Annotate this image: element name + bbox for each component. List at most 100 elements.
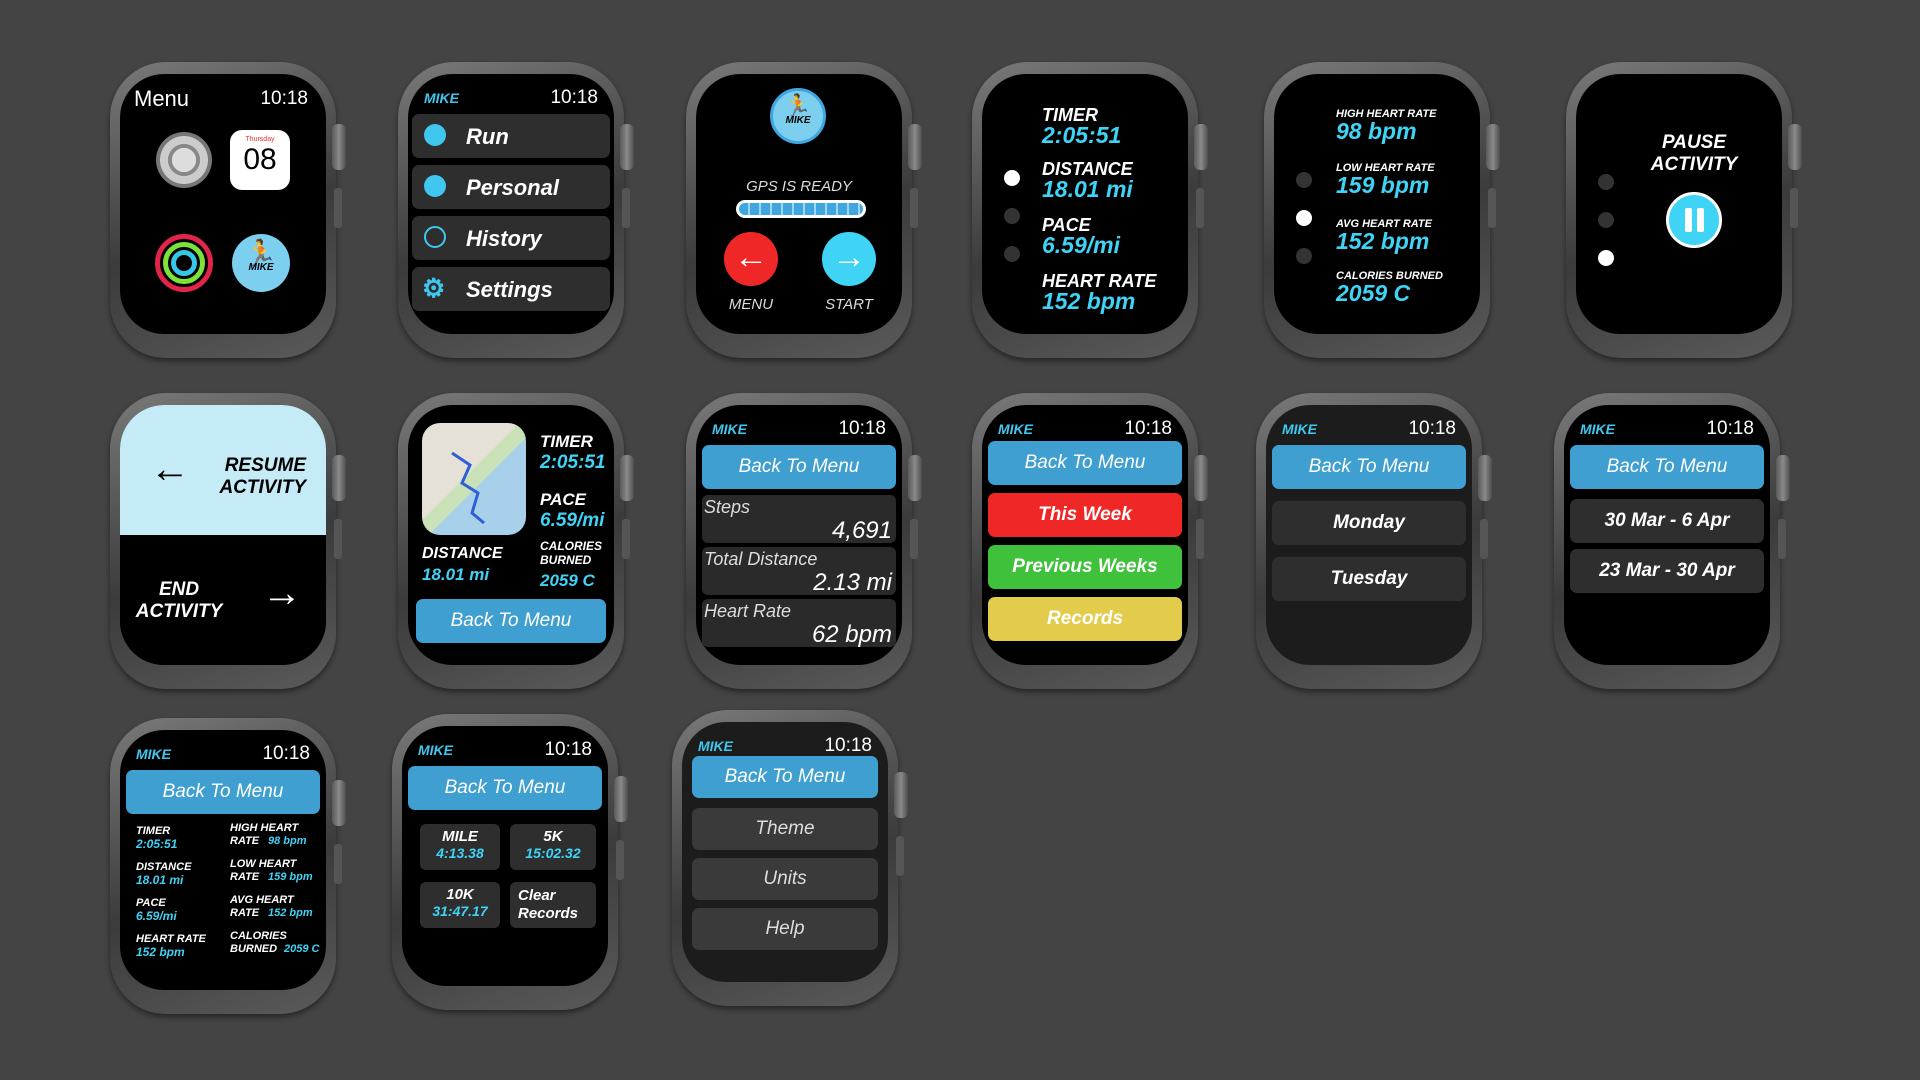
menu-item-label: Personal xyxy=(466,175,559,200)
person-icon xyxy=(424,175,446,197)
distance-value: 18.01 mi xyxy=(136,873,184,887)
header: MIKE 10:18 xyxy=(424,86,598,108)
help-button[interactable]: Help xyxy=(692,908,878,950)
clock-time: 10:18 xyxy=(550,87,598,108)
header: MIKE 10:18 xyxy=(712,417,886,439)
arrow-right-icon: → xyxy=(832,238,866,276)
week-range-button[interactable]: 30 Mar - 6 Apr xyxy=(1570,499,1764,543)
watch-screen: MIKE 10:18 Back To Menu This Week Previo… xyxy=(982,405,1188,665)
activity-rings-icon[interactable] xyxy=(155,234,213,292)
side-button[interactable] xyxy=(334,844,342,884)
timer-label: TIMER xyxy=(136,825,171,837)
side-button[interactable] xyxy=(1480,519,1488,559)
side-button[interactable] xyxy=(1488,188,1496,228)
pause-button[interactable] xyxy=(1666,192,1722,248)
digital-crown[interactable] xyxy=(1478,455,1492,501)
record-label: 10K xyxy=(446,886,474,903)
week-range-button[interactable]: 23 Mar - 30 Apr xyxy=(1570,549,1764,593)
digital-crown[interactable] xyxy=(1486,124,1500,170)
arrow-left-icon: ← xyxy=(150,447,190,491)
clear-records-button[interactable]: Clear Records xyxy=(510,882,596,928)
page-dot-active xyxy=(1004,170,1020,186)
side-button[interactable] xyxy=(896,836,904,876)
back-to-menu-button[interactable]: Back To Menu xyxy=(416,599,606,643)
high-hr-value: 98 bpm xyxy=(1336,118,1417,144)
mike-app-icon[interactable]: 🏃 MIKE xyxy=(232,234,290,292)
this-week-button[interactable]: This Week xyxy=(988,493,1182,537)
digital-crown[interactable] xyxy=(332,780,346,826)
menu-item-run[interactable]: Run xyxy=(412,114,610,158)
side-button[interactable] xyxy=(622,188,630,228)
back-to-menu-button[interactable]: Back To Menu xyxy=(692,756,878,798)
pace-label: PACE xyxy=(136,897,166,909)
back-to-menu-button[interactable]: Back To Menu xyxy=(988,441,1182,485)
settings-app-icon[interactable] xyxy=(156,132,212,188)
end-label: END ACTIVITY xyxy=(135,579,223,622)
digital-crown[interactable] xyxy=(1194,124,1208,170)
digital-crown[interactable] xyxy=(332,124,346,170)
record-10k[interactable]: 10K 31:47.17 xyxy=(420,882,500,928)
side-button[interactable] xyxy=(910,519,918,559)
header: MIKE 10:18 xyxy=(698,734,872,756)
units-button[interactable]: Units xyxy=(692,858,878,900)
side-button[interactable] xyxy=(1196,519,1204,559)
resume-activity-button[interactable]: ← RESUME ACTIVITY xyxy=(120,405,326,535)
menu-button[interactable]: ← xyxy=(724,232,778,286)
low-hr-value: 159 bpm xyxy=(268,871,313,883)
back-to-menu-button[interactable]: Back To Menu xyxy=(1272,445,1466,489)
side-button[interactable] xyxy=(1778,519,1786,559)
back-to-menu-button[interactable]: Back To Menu xyxy=(126,770,320,814)
clock-time: 10:18 xyxy=(260,88,308,109)
page-dot xyxy=(1598,174,1614,190)
timer-value: 2:05:51 xyxy=(1042,122,1122,148)
start-button[interactable]: → xyxy=(822,232,876,286)
side-button[interactable] xyxy=(616,840,624,880)
previous-weeks-button[interactable]: Previous Weeks xyxy=(988,545,1182,589)
menu-item-history[interactable]: History xyxy=(412,216,610,260)
side-button[interactable] xyxy=(1790,188,1798,228)
digital-crown[interactable] xyxy=(1194,455,1208,501)
side-button[interactable] xyxy=(622,519,630,559)
theme-button[interactable]: Theme xyxy=(692,808,878,850)
gps-progress-fill xyxy=(739,203,863,215)
calendar-app-icon[interactable]: Thursday 08 xyxy=(230,130,290,190)
digital-crown[interactable] xyxy=(1776,455,1790,501)
back-to-menu-button[interactable]: Back To Menu xyxy=(702,445,896,489)
digital-crown[interactable] xyxy=(620,455,634,501)
mike-logo-text: MIKE xyxy=(785,115,811,126)
watch-screen: HIGH HEART RATE 98 bpm LOW HEART RATE 15… xyxy=(1274,74,1480,334)
menu-item-label: Run xyxy=(466,124,509,149)
calories-value: 2059 C xyxy=(540,571,595,590)
menu-item-settings[interactable]: ⚙ Settings xyxy=(412,267,610,311)
menu-item-personal[interactable]: Personal xyxy=(412,165,610,209)
day-tuesday-button[interactable]: Tuesday xyxy=(1272,557,1466,601)
record-mile[interactable]: MILE 4:13.38 xyxy=(420,824,500,870)
side-button[interactable] xyxy=(334,519,342,559)
watch-screen: TIMER 2:05:51 DISTANCE 18.01 mi PACE 6.5… xyxy=(982,74,1188,334)
side-button[interactable] xyxy=(1196,188,1204,228)
end-activity-button[interactable]: END ACTIVITY → xyxy=(120,535,326,665)
day-monday-button[interactable]: Monday xyxy=(1272,501,1466,545)
distance-label: DISTANCE xyxy=(136,861,192,873)
back-to-menu-button[interactable]: Back To Menu xyxy=(408,766,602,810)
distance-card: Total Distance 2.13 mi xyxy=(702,547,896,596)
digital-crown[interactable] xyxy=(1788,124,1802,170)
side-button[interactable] xyxy=(910,188,918,228)
digital-crown[interactable] xyxy=(894,772,908,818)
gear-icon: ⚙ xyxy=(422,273,446,303)
record-5k[interactable]: 5K 15:02.32 xyxy=(510,824,596,870)
header: MIKE 10:18 xyxy=(418,738,592,760)
avg-hr-value: 152 bpm xyxy=(1336,228,1430,254)
page-dot xyxy=(1004,208,1020,224)
menu-item-label: History xyxy=(466,226,542,251)
watch-screen: 🏃 MIKE GPS IS READY ← → MENU START xyxy=(696,74,902,334)
page-dot-active xyxy=(1296,210,1312,226)
digital-crown[interactable] xyxy=(614,776,628,822)
side-button[interactable] xyxy=(334,188,342,228)
digital-crown[interactable] xyxy=(620,124,634,170)
records-button[interactable]: Records xyxy=(988,597,1182,641)
digital-crown[interactable] xyxy=(908,124,922,170)
back-to-menu-button[interactable]: Back To Menu xyxy=(1570,445,1764,489)
digital-crown[interactable] xyxy=(332,455,346,501)
digital-crown[interactable] xyxy=(908,455,922,501)
